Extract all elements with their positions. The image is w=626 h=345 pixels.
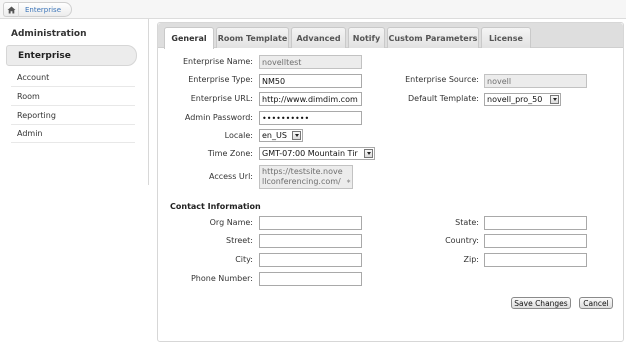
settings-panel: General Room Template Advanced Notify Cu…	[157, 22, 624, 342]
cancel-button[interactable]: Cancel	[579, 297, 613, 309]
contact-info-heading: Contact Information	[170, 202, 261, 211]
zip-field[interactable]	[484, 253, 587, 267]
state-label: State:	[455, 218, 479, 227]
zip-label: Zip:	[463, 255, 479, 264]
admin-password-label: Admin Password:	[184, 113, 253, 122]
sidebar-item-enterprise[interactable]: Enterprise	[6, 45, 137, 66]
time-zone-select[interactable]: GMT-07:00 Mountain Tir	[259, 147, 375, 160]
sidebar-item-reporting[interactable]: Reporting	[11, 107, 135, 125]
tab-room-template[interactable]: Room Template	[216, 27, 289, 48]
org-name-label: Org Name:	[209, 218, 253, 227]
locale-value: en_US	[262, 131, 287, 140]
sidebar-item-room[interactable]: Room	[11, 88, 135, 106]
tab-advanced[interactable]: Advanced	[291, 27, 346, 48]
city-field[interactable]	[259, 253, 362, 267]
street-field[interactable]	[259, 234, 362, 248]
enterprise-url-field[interactable]: http://www.dimdim.com	[259, 92, 362, 106]
sidebar-item-admin[interactable]: Admin	[11, 125, 135, 143]
home-icon[interactable]	[3, 2, 18, 17]
city-label: City:	[235, 255, 253, 264]
breadcrumb-enterprise[interactable]: Enterprise	[18, 2, 73, 17]
chevron-down-icon	[292, 131, 301, 140]
access-url-line-1: https://testsite.nove	[262, 167, 343, 176]
enterprise-source-field[interactable]: novell	[484, 74, 587, 88]
tab-bar: General Room Template Advanced Notify Cu…	[158, 23, 623, 49]
time-zone-value: GMT-07:00 Mountain Tir	[262, 149, 358, 158]
default-template-select[interactable]: novell_pro_50	[484, 93, 561, 106]
sidebar-title: Administration	[11, 29, 87, 39]
breadcrumb: Enterprise	[3, 2, 73, 17]
sidebar-item-account[interactable]: Account	[11, 69, 135, 87]
enterprise-name-label: Enterprise Name:	[183, 57, 253, 66]
country-label: Country:	[445, 236, 479, 245]
time-zone-label: Time Zone:	[207, 149, 253, 158]
locale-select[interactable]: en_US	[259, 129, 303, 142]
save-changes-button[interactable]: Save Changes	[511, 297, 571, 309]
default-template-value: novell_pro_50	[487, 95, 543, 104]
access-url-label: Access Url:	[209, 172, 253, 181]
enterprise-type-label: Enterprise Type:	[188, 75, 253, 84]
phone-number-field[interactable]	[259, 272, 362, 286]
admin-password-field[interactable]: ••••••••••	[259, 111, 362, 125]
sidebar: Administration Enterprise Account Room R…	[0, 19, 149, 185]
chevron-down-icon	[550, 95, 559, 104]
org-name-field[interactable]	[259, 216, 362, 230]
street-label: Street:	[225, 236, 253, 245]
chevron-down-icon	[364, 149, 373, 158]
country-field[interactable]	[484, 234, 587, 248]
phone-number-label: Phone Number:	[190, 274, 253, 283]
tab-license[interactable]: License	[481, 27, 531, 48]
enterprise-url-label: Enterprise URL:	[190, 94, 253, 103]
tab-general[interactable]: General	[164, 27, 214, 49]
enterprise-source-label: Enterprise Source:	[405, 75, 479, 84]
enterprise-name-field[interactable]: novelltest	[259, 55, 362, 69]
tab-notify[interactable]: Notify	[348, 27, 385, 48]
default-template-label: Default Template:	[408, 94, 479, 103]
locale-label: Locale:	[224, 131, 253, 140]
tab-custom-parameters[interactable]: Custom Parameters	[387, 27, 479, 48]
enterprise-type-field[interactable]: NM50	[259, 74, 362, 88]
resize-handle-icon[interactable]: ∗	[346, 177, 351, 187]
access-url-field[interactable]: https://testsite.nove llconferencing.com…	[259, 165, 353, 189]
access-url-line-2: llconferencing.com/	[262, 177, 341, 186]
state-field[interactable]	[484, 216, 587, 230]
breadcrumb-bar: Enterprise	[0, 0, 626, 19]
